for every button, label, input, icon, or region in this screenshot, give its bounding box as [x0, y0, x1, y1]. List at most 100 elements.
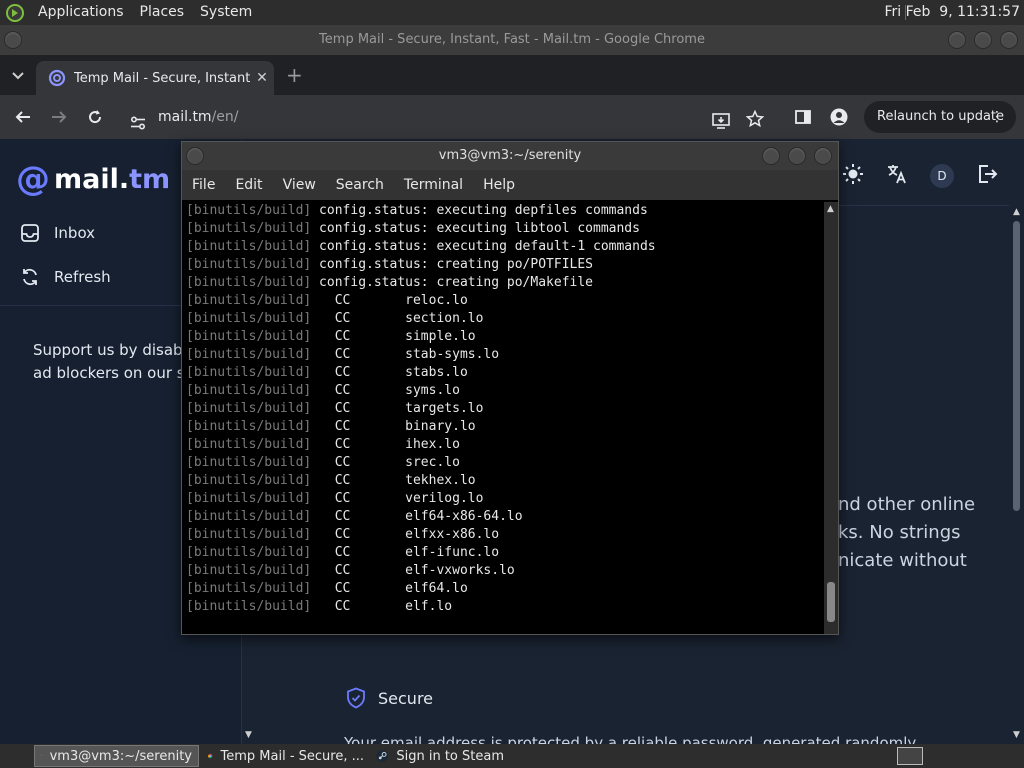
side-panel-icon[interactable]	[791, 105, 815, 129]
tab-search-chevron-icon[interactable]	[12, 69, 24, 83]
terminal-line-prefix: [binutils/build]	[186, 365, 312, 380]
terminal-line-prefix: [binutils/build]	[186, 599, 312, 614]
terminal-line: [binutils/build] CC syms.lo	[186, 382, 824, 400]
back-arrow-icon[interactable]	[11, 105, 35, 129]
menu-places[interactable]: Places	[132, 0, 193, 25]
chrome-menu-kebab-icon[interactable]: ⋮	[990, 101, 1004, 133]
terminal-menu-search[interactable]: Search	[336, 177, 384, 193]
minimize-button[interactable]	[948, 31, 966, 49]
terminal-line: [binutils/build] CC srec.lo	[186, 454, 824, 472]
terminal-line: [binutils/build] CC elfxx-x86.lo	[186, 526, 824, 544]
mailtm-logo[interactable]: @ mail. tm	[16, 159, 170, 199]
terminal-app-icon	[41, 755, 42, 757]
show-desktop-button[interactable]	[897, 747, 923, 765]
terminal-line-text: CC reloc.lo	[311, 293, 468, 308]
chrome-title-bar[interactable]: Temp Mail - Secure, Instant, Fast - Mail…	[0, 25, 1024, 55]
taskbar-item-terminal[interactable]: vm3@vm3:~/serenity	[34, 745, 199, 767]
address-bar[interactable]: mail.tm/en/	[120, 101, 780, 133]
system-top-panel: Applications Places System Fri Feb 9, 11…	[0, 0, 1024, 25]
terminal-line-text: CC stab-syms.lo	[311, 347, 500, 362]
tab-strip: Temp Mail - Secure, Instant, ✕ +	[0, 55, 1024, 95]
profile-icon[interactable]	[827, 105, 851, 129]
terminal-line-text: CC stabs.lo	[311, 365, 468, 380]
terminal-close-button[interactable]	[814, 147, 832, 165]
terminal-line: [binutils/build] CC elf64-x86-64.lo	[186, 508, 824, 526]
terminal-scrollbar[interactable]: ▲	[824, 202, 838, 634]
terminal-line: [binutils/build] CC verilog.lo	[186, 490, 824, 508]
system-logo-icon[interactable]	[4, 2, 26, 24]
scroll-up-arrow-icon[interactable]: ▲	[827, 204, 834, 214]
terminal-line-text: config.status: executing depfiles comman…	[311, 203, 648, 218]
terminal-menu-help[interactable]: Help	[483, 177, 515, 193]
terminal-line: [binutils/build] CC reloc.lo	[186, 292, 824, 310]
terminal-minimize-button[interactable]	[762, 147, 780, 165]
menu-applications[interactable]: Applications	[30, 0, 132, 25]
theme-sun-icon[interactable]	[842, 163, 864, 189]
chrome-app-icon	[208, 753, 213, 759]
hero-line-2: ks. No strings	[838, 522, 961, 543]
avatar[interactable]: D	[930, 164, 954, 188]
hero-line-3: nicate without	[838, 550, 967, 571]
sidebar-item-label: Refresh	[54, 268, 111, 286]
taskbar-item-steam[interactable]: Sign in to Steam	[370, 745, 510, 767]
terminal-line: [binutils/build] CC ihex.lo	[186, 436, 824, 454]
terminal-line: [binutils/build] CC elf-vxworks.lo	[186, 562, 824, 580]
terminal-line-prefix: [binutils/build]	[186, 383, 312, 398]
terminal-output[interactable]: [binutils/build] config.status: executin…	[182, 202, 824, 634]
terminal-line: [binutils/build] config.status: executin…	[186, 238, 824, 256]
taskbar-item-label: Temp Mail - Secure, ...	[220, 748, 365, 764]
terminal-menu-file[interactable]: File	[192, 177, 215, 193]
terminal-window-menu-button[interactable]	[186, 147, 204, 165]
menu-system[interactable]: System	[192, 0, 260, 25]
terminal-line-text: CC elf64.lo	[311, 581, 468, 596]
relaunch-to-update-button[interactable]: Relaunch to update ⋮	[864, 101, 1016, 133]
terminal-line-prefix: [binutils/build]	[186, 509, 312, 524]
new-tab-plus-icon[interactable]: +	[286, 63, 303, 87]
terminal-line-text: CC elf64-x86-64.lo	[311, 509, 523, 524]
tab-close-icon[interactable]: ✕	[250, 70, 274, 86]
feature-secure: Secure	[346, 687, 433, 709]
hero-line-1: nd other online	[838, 494, 976, 515]
terminal-line-text: CC simple.lo	[311, 329, 476, 344]
site-info-tune-icon[interactable]	[130, 110, 146, 142]
language-translate-icon[interactable]	[886, 163, 908, 189]
sidebar-item-inbox[interactable]: Inbox	[20, 223, 95, 243]
terminal-scroll-thumb[interactable]	[827, 582, 835, 622]
terminal-line-prefix: [binutils/build]	[186, 293, 312, 308]
logout-icon[interactable]	[976, 163, 998, 189]
terminal-line-text: CC syms.lo	[311, 383, 460, 398]
terminal-title-bar[interactable]: vm3@vm3:~/serenity	[182, 142, 838, 170]
url-path: /en/	[211, 109, 239, 125]
tab-label: Temp Mail - Secure, Instant,	[74, 70, 250, 86]
taskbar-item-chrome[interactable]: Temp Mail - Secure, ...	[202, 745, 370, 767]
terminal-maximize-button[interactable]	[788, 147, 806, 165]
terminal-line-text: CC tekhex.lo	[311, 473, 476, 488]
clock[interactable]: Fri Feb 9, 11:31:57	[884, 0, 1020, 25]
taskbar-item-label: vm3@vm3:~/serenity	[49, 748, 192, 764]
terminal-line-prefix: [binutils/build]	[186, 203, 312, 218]
close-window-button[interactable]	[1000, 31, 1018, 49]
sidebar-item-refresh[interactable]: Refresh	[20, 267, 111, 287]
reload-icon[interactable]	[83, 105, 107, 129]
scroll-down-arrow-icon[interactable]: ▼	[1013, 730, 1020, 740]
window-menu-button[interactable]	[4, 31, 22, 49]
forward-arrow-icon[interactable]	[47, 105, 71, 129]
bookmark-star-icon[interactable]	[745, 108, 765, 140]
scroll-down-arrow-icon[interactable]: ▼	[245, 730, 252, 740]
terminal-line: [binutils/build] CC stabs.lo	[186, 364, 824, 382]
scroll-up-arrow-icon[interactable]: ▲	[1013, 207, 1020, 217]
install-app-icon[interactable]	[712, 109, 730, 141]
terminal-menu-edit[interactable]: Edit	[235, 177, 262, 193]
tab-temp-mail[interactable]: Temp Mail - Secure, Instant, ✕	[36, 61, 274, 95]
terminal-line-prefix: [binutils/build]	[186, 221, 312, 236]
hero-description: nd other online ks. No strings nicate wi…	[838, 491, 975, 575]
system-menus: Applications Places System	[0, 0, 260, 25]
maximize-button[interactable]	[974, 31, 992, 49]
terminal-line: [binutils/build] CC section.lo	[186, 310, 824, 328]
page-scrollbar[interactable]: ▲ ▼	[1009, 205, 1024, 744]
terminal-menu-terminal[interactable]: Terminal	[404, 177, 463, 193]
terminal-menu-view[interactable]: View	[283, 177, 316, 193]
page-scroll-thumb[interactable]	[1013, 221, 1020, 511]
terminal-line-prefix: [binutils/build]	[186, 257, 312, 272]
terminal-line: [binutils/build] config.status: creating…	[186, 256, 824, 274]
